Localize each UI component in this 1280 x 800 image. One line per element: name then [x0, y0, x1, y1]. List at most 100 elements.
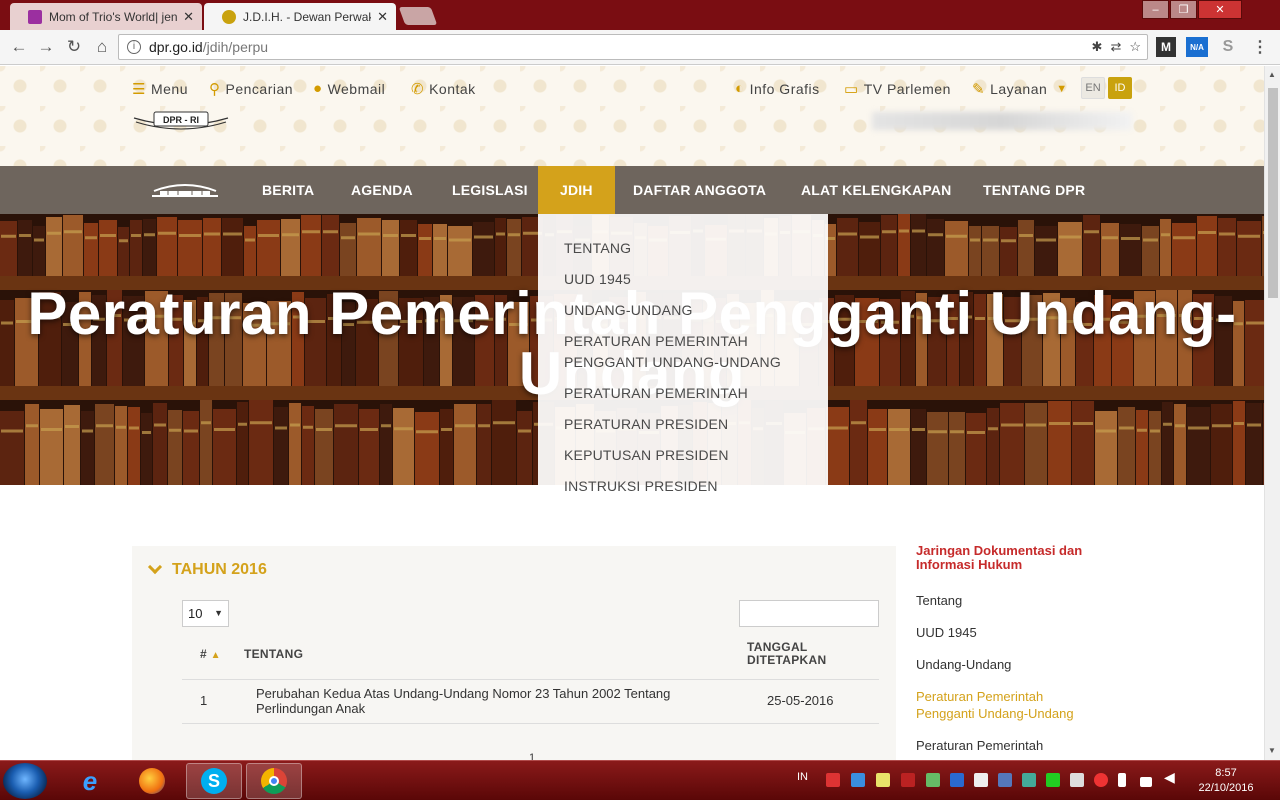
tray-icon[interactable] — [926, 773, 940, 787]
toplink-menu[interactable]: ☰ Menu — [132, 80, 188, 98]
chrome-menu-icon[interactable]: ⋮ — [1250, 37, 1270, 57]
nav-daftar-anggota[interactable]: DAFTAR ANGGOTA — [633, 166, 766, 214]
close-tab-icon[interactable]: ✕ — [183, 9, 194, 25]
tray-icon[interactable] — [1094, 773, 1108, 787]
browser-toolbar: ← → ↻ ⌂ i dpr.go.id/jdih/perpu ✱ ⇄ ☆ M N… — [0, 30, 1280, 65]
tray-icon[interactable] — [876, 773, 890, 787]
tray-icon[interactable] — [826, 773, 840, 787]
sidebar-item-uud1945[interactable]: UUD 1945 — [916, 624, 977, 641]
dropdown-item-pp[interactable]: PERATURAN PEMERINTAH — [564, 383, 748, 404]
parliament-home-icon[interactable] — [150, 181, 220, 199]
bookmark-star-icon[interactable]: ☆ — [1129, 39, 1141, 55]
restore-button[interactable]: ❐ — [1170, 0, 1197, 19]
menu-icon: ☰ — [132, 81, 146, 98]
volume-icon[interactable]: ◀ — [1164, 769, 1175, 786]
toplink-label: Pencarian — [225, 81, 294, 97]
address-bar[interactable]: i dpr.go.id/jdih/perpu ✱ ⇄ ☆ — [118, 34, 1148, 60]
tv-icon: ▭ — [844, 81, 859, 98]
toplink-services[interactable]: ✎ Layanan ▼ — [972, 80, 1068, 98]
phone-icon: ✆ — [411, 81, 425, 98]
forward-icon[interactable]: → — [35, 36, 57, 58]
column-header-about[interactable]: TENTANG — [244, 647, 303, 661]
dropdown-item-tentang[interactable]: TENTANG — [564, 238, 631, 259]
page-scrollbar[interactable]: ▲ ▼ — [1264, 66, 1280, 760]
scroll-down-icon[interactable]: ▼ — [1268, 746, 1276, 755]
toplink-contact[interactable]: ✆ Kontak — [411, 80, 476, 98]
column-header-date[interactable]: TANGGAL DITETAPKAN — [747, 641, 847, 667]
plugin-blocked-icon[interactable]: ✱ — [1092, 39, 1103, 55]
toplink-webmail[interactable]: ● Webmail — [313, 80, 385, 97]
minimize-button[interactable]: – — [1142, 0, 1169, 19]
top-bar: ☰ Menu ⚲ Pencarian ● Webmail ✆ Kontak ◐ Info … — [0, 66, 1264, 166]
nav-berita[interactable]: BERITA — [262, 166, 314, 214]
scroll-up-icon[interactable]: ▲ — [1268, 70, 1276, 79]
dropdown-item-perpres[interactable]: PERATURAN PRESIDEN — [564, 414, 728, 435]
tray-icon[interactable] — [998, 773, 1012, 787]
close-window-button[interactable]: ✕ — [1198, 0, 1242, 19]
translate-icon[interactable]: ⇄ — [1110, 39, 1121, 55]
sidebar-item-perpu[interactable]: Peraturan Pemerintah Pengganti Undang-Un… — [916, 688, 1096, 722]
sidebar-item-tentang[interactable]: Tentang — [916, 592, 962, 609]
page-size-select[interactable]: 10 ▼ — [182, 600, 229, 627]
back-icon[interactable]: ← — [8, 36, 30, 58]
toplink-tv[interactable]: ▭ TV Parlemen — [844, 80, 951, 98]
dropdown-item-keppres[interactable]: KEPUTUSAN PRESIDEN — [564, 445, 729, 466]
firefox-icon[interactable] — [124, 763, 180, 799]
reload-icon[interactable]: ↻ — [63, 36, 85, 58]
pagination-current[interactable]: 1 — [529, 752, 535, 760]
dropdown-item-inpres[interactable]: INSTRUKSI PRESIDEN — [564, 476, 718, 497]
toplink-infographic[interactable]: ◐ Info Grafis — [735, 80, 820, 97]
internet-explorer-icon[interactable]: e — [62, 763, 118, 799]
home-icon[interactable]: ⌂ — [91, 36, 113, 58]
nav-alat-kelengkapan[interactable]: ALAT KELENGKAPAN — [801, 166, 951, 214]
lang-en-button[interactable]: EN — [1081, 77, 1105, 99]
toplink-search[interactable]: ⚲ Pencarian — [209, 80, 293, 98]
info-icon[interactable]: i — [127, 40, 141, 54]
browser-tab-active[interactable]: J.D.I.H. - Dewan Perwakil ✕ — [204, 3, 396, 30]
keyboard-language[interactable]: IN — [797, 771, 808, 783]
nav-agenda[interactable]: AGENDA — [351, 166, 413, 214]
extension-s-icon[interactable]: S — [1218, 37, 1238, 57]
signal-icon[interactable] — [1140, 777, 1152, 787]
dropdown-item-uud1945[interactable]: UUD 1945 — [564, 269, 631, 290]
select-arrow-icon: ▼ — [214, 608, 223, 618]
dropbox-icon[interactable] — [851, 773, 865, 787]
close-tab-icon[interactable]: ✕ — [377, 9, 388, 25]
scrollbar-thumb[interactable] — [1268, 88, 1278, 298]
nav-legislasi[interactable]: LEGISLASI — [452, 166, 528, 214]
extension-m-icon[interactable]: M — [1156, 37, 1176, 57]
dropdown-item-undang-undang[interactable]: UNDANG-UNDANG — [564, 300, 693, 321]
browser-tab[interactable]: Mom of Trio's World| jen ✕ — [10, 3, 202, 30]
printer-icon[interactable] — [1070, 773, 1084, 787]
flag-icon[interactable] — [974, 773, 988, 787]
acrobat-icon[interactable] — [901, 773, 915, 787]
sidebar: Jaringan Dokumentasi dan Informasi Hukum… — [916, 544, 1146, 754]
extension-na-icon[interactable]: N/A — [1186, 37, 1208, 57]
new-tab-button[interactable] — [398, 7, 438, 25]
jdih-dropdown-menu: TENTANG UUD 1945 UNDANG-UNDANG PERATURAN… — [538, 214, 828, 524]
start-button[interactable] — [3, 763, 47, 799]
table-search-input[interactable] — [739, 600, 879, 627]
nav-jdih[interactable]: JDIH — [538, 166, 615, 214]
lang-id-button[interactable]: ID — [1108, 77, 1132, 99]
chrome-icon[interactable] — [246, 763, 302, 799]
url-path: /jdih/perpu — [202, 39, 269, 55]
battery-icon[interactable] — [1118, 773, 1126, 787]
tray-icon[interactable] — [1046, 773, 1060, 787]
nav-tentang-dpr[interactable]: TENTANG DPR — [983, 166, 1085, 214]
year-toggle[interactable]: TAHUN 2016 — [147, 559, 267, 579]
toplink-label: Info Grafis — [749, 80, 820, 97]
row-date: 25-05-2016 — [767, 693, 834, 708]
dpr-logo[interactable]: DPR - RI — [132, 110, 230, 132]
sidebar-item-undang-undang[interactable]: Undang-Undang — [916, 656, 1011, 673]
toplink-label: Webmail — [327, 80, 386, 97]
table-divider — [182, 723, 879, 724]
dropdown-item-perpu[interactable]: PERATURAN PEMERINTAH PENGGANTI UNDANG-UN… — [564, 331, 814, 373]
tray-icon[interactable] — [950, 773, 964, 787]
sidebar-item-pp[interactable]: Peraturan Pemerintah — [916, 737, 1043, 754]
skype-icon[interactable]: S — [186, 763, 242, 799]
row-about-link[interactable]: Perubahan Kedua Atas Undang-Undang Nomor… — [256, 686, 726, 716]
system-clock[interactable]: 8:57 22/10/2016 — [1196, 766, 1256, 796]
tray-icon[interactable] — [1022, 773, 1036, 787]
column-header-number[interactable]: # ▲ — [200, 647, 221, 661]
